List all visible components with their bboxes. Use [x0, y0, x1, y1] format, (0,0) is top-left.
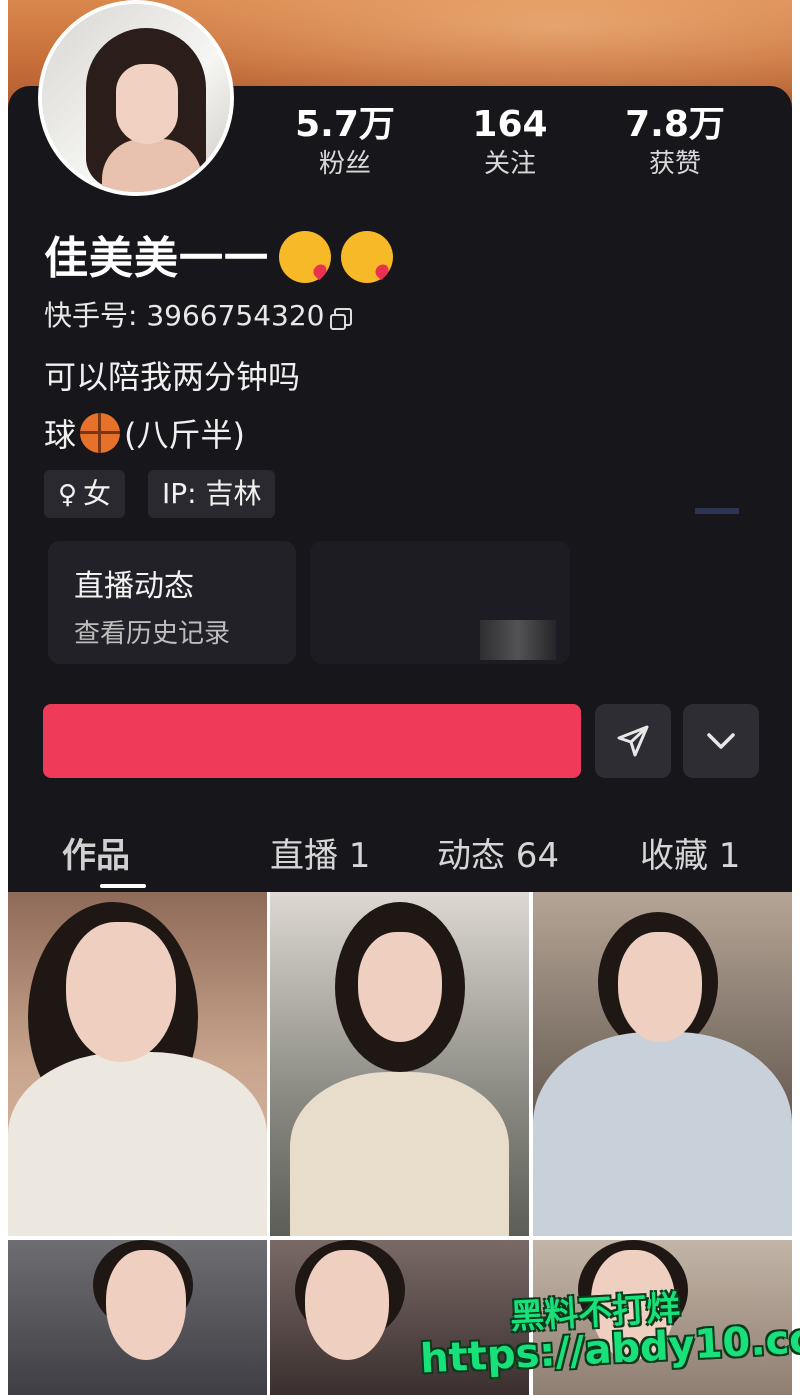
indicator-mark — [695, 508, 739, 514]
ip-tag-label: IP: 吉林 — [162, 477, 262, 510]
stat-following[interactable]: 164 关注 — [435, 103, 585, 181]
gender-tag: ♀ 女 — [44, 470, 126, 518]
bio-line-2-suffix: (八斤半) — [124, 416, 245, 454]
active-tab-indicator — [100, 884, 146, 888]
more-button[interactable] — [683, 704, 759, 778]
video-thumbnail[interactable] — [8, 1240, 267, 1395]
gender-tag-label: 女 — [83, 477, 112, 510]
tab-live[interactable]: 直播 1 — [270, 828, 370, 877]
kiss-emoji-icon — [341, 231, 393, 283]
tab-moments[interactable]: 动态 64 — [437, 828, 559, 877]
following-label: 关注 — [483, 149, 536, 179]
kiss-emoji-icon — [279, 231, 331, 283]
send-icon — [617, 725, 649, 757]
bio-line-1: 可以陪我两分钟吗 — [44, 358, 301, 396]
profile-name-text: 佳美美一一 — [44, 233, 269, 284]
kuaishou-id: 快手号: 3966754320 — [44, 299, 325, 332]
live-history-title: 直播动态 — [74, 569, 194, 604]
follow-button[interactable] — [43, 704, 581, 778]
avatar[interactable] — [38, 0, 234, 196]
copy-icon[interactable] — [330, 308, 353, 330]
followers-count: 5.7万 — [295, 104, 395, 145]
likes-count: 7.8万 — [625, 104, 725, 145]
tab-bar: 作品 直播 1 动态 64 收藏 1 — [0, 818, 800, 888]
chevron-down-icon — [707, 733, 735, 749]
basketball-icon — [80, 413, 121, 453]
tab-favorites[interactable]: 收藏 1 — [640, 828, 740, 877]
video-thumbnail[interactable] — [8, 892, 267, 1236]
tab-works[interactable]: 作品 — [62, 828, 130, 877]
female-icon: ♀ — [58, 480, 78, 510]
likes-label: 获赞 — [648, 149, 701, 179]
live-history-card[interactable]: 直播动态 查看历史记录 — [48, 541, 296, 664]
profile-page: 5.7万 粉丝 164 关注 7.8万 获赞 佳美美一一 快手号: 396675… — [0, 0, 800, 1395]
live-preview-thumbnail — [480, 620, 556, 660]
video-thumbnail[interactable] — [533, 892, 792, 1236]
stat-followers[interactable]: 5.7万 粉丝 — [270, 103, 420, 181]
profile-name: 佳美美一一 — [44, 222, 393, 287]
bio-line-2-prefix: 球 — [44, 416, 77, 454]
video-thumbnail[interactable] — [270, 892, 529, 1236]
stat-likes[interactable]: 7.8万 获赞 — [600, 103, 750, 181]
followers-label: 粉丝 — [318, 149, 371, 179]
stats-row: 5.7万 粉丝 164 关注 7.8万 获赞 — [270, 103, 770, 193]
kuaishou-id-row: 快手号: 3966754320 — [44, 294, 353, 334]
bio-line-2: 球 (八斤半) — [44, 410, 245, 457]
live-history-subtitle: 查看历史记录 — [74, 619, 231, 649]
following-count: 164 — [472, 104, 548, 145]
message-button[interactable] — [595, 704, 671, 778]
ip-tag: IP: 吉林 — [148, 470, 276, 518]
